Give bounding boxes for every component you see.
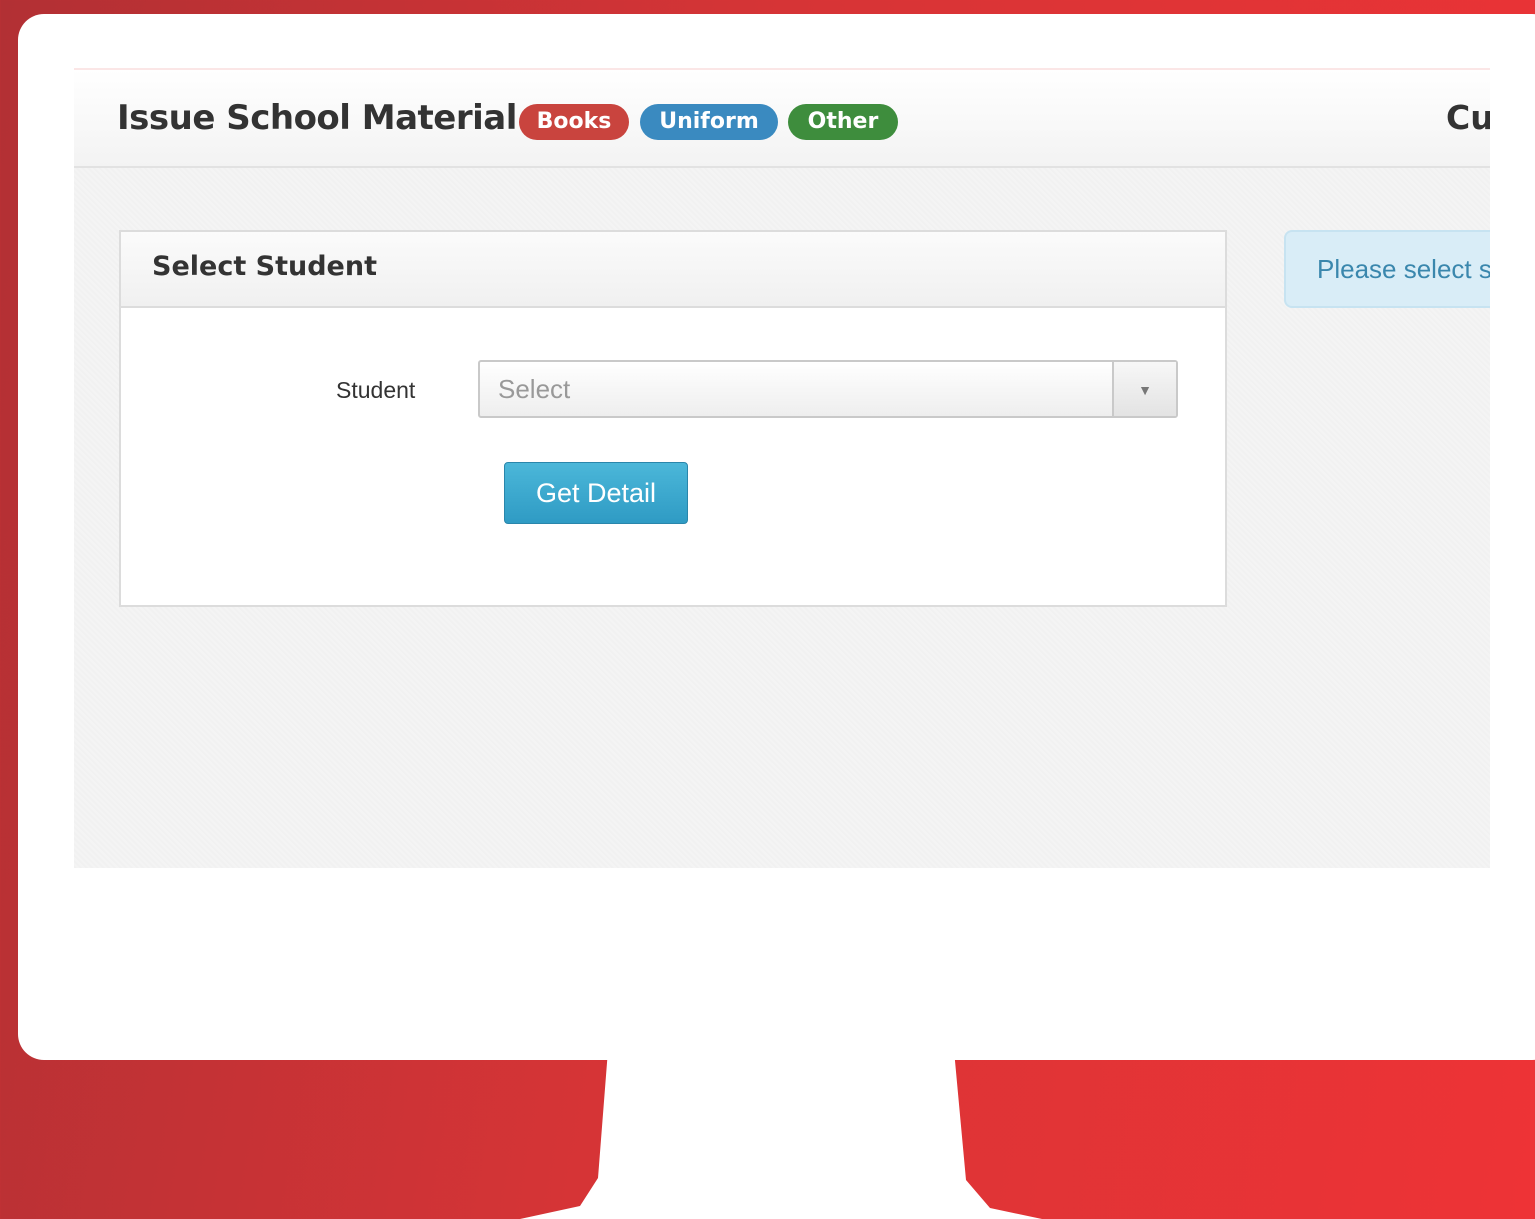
header-right-heading: Cu — [1446, 98, 1490, 137]
other-badge[interactable]: Other — [788, 104, 898, 140]
student-label: Student — [336, 377, 416, 403]
uniform-badge[interactable]: Uniform — [640, 104, 778, 140]
page-title: Issue School Material — [117, 98, 517, 138]
select-student-panel: Select Student Student Select ▼ Get Deta… — [119, 230, 1227, 607]
student-select-value: Select — [498, 374, 571, 404]
info-alert: Please select s — [1284, 230, 1490, 308]
student-select[interactable]: Select ▼ — [478, 360, 1178, 418]
page-header: Issue School Material Books Uniform Othe… — [74, 68, 1490, 168]
panel-title: Select Student — [152, 251, 377, 282]
app-screen: Issue School Material Books Uniform Othe… — [74, 68, 1490, 868]
monitor-stand — [520, 1050, 1042, 1219]
info-alert-text: Please select s — [1317, 254, 1490, 284]
books-badge[interactable]: Books — [519, 104, 629, 140]
chevron-down-icon[interactable]: ▼ — [1112, 362, 1176, 416]
panel-heading: Select Student — [121, 232, 1225, 308]
get-detail-button[interactable]: Get Detail — [504, 462, 688, 524]
